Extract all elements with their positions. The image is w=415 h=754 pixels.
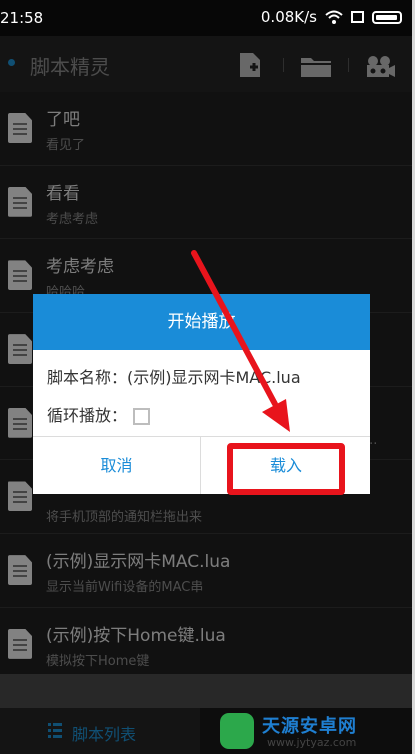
watermark: 天源安卓网 www.jytyaz.com xyxy=(212,710,412,754)
watermark-logo xyxy=(220,713,254,749)
annotation-highlight-box xyxy=(227,443,345,495)
watermark-name: 天源安卓网 xyxy=(262,716,357,737)
annotation-arrow xyxy=(191,250,290,432)
watermark-url: www.jytyaz.com xyxy=(267,736,357,749)
